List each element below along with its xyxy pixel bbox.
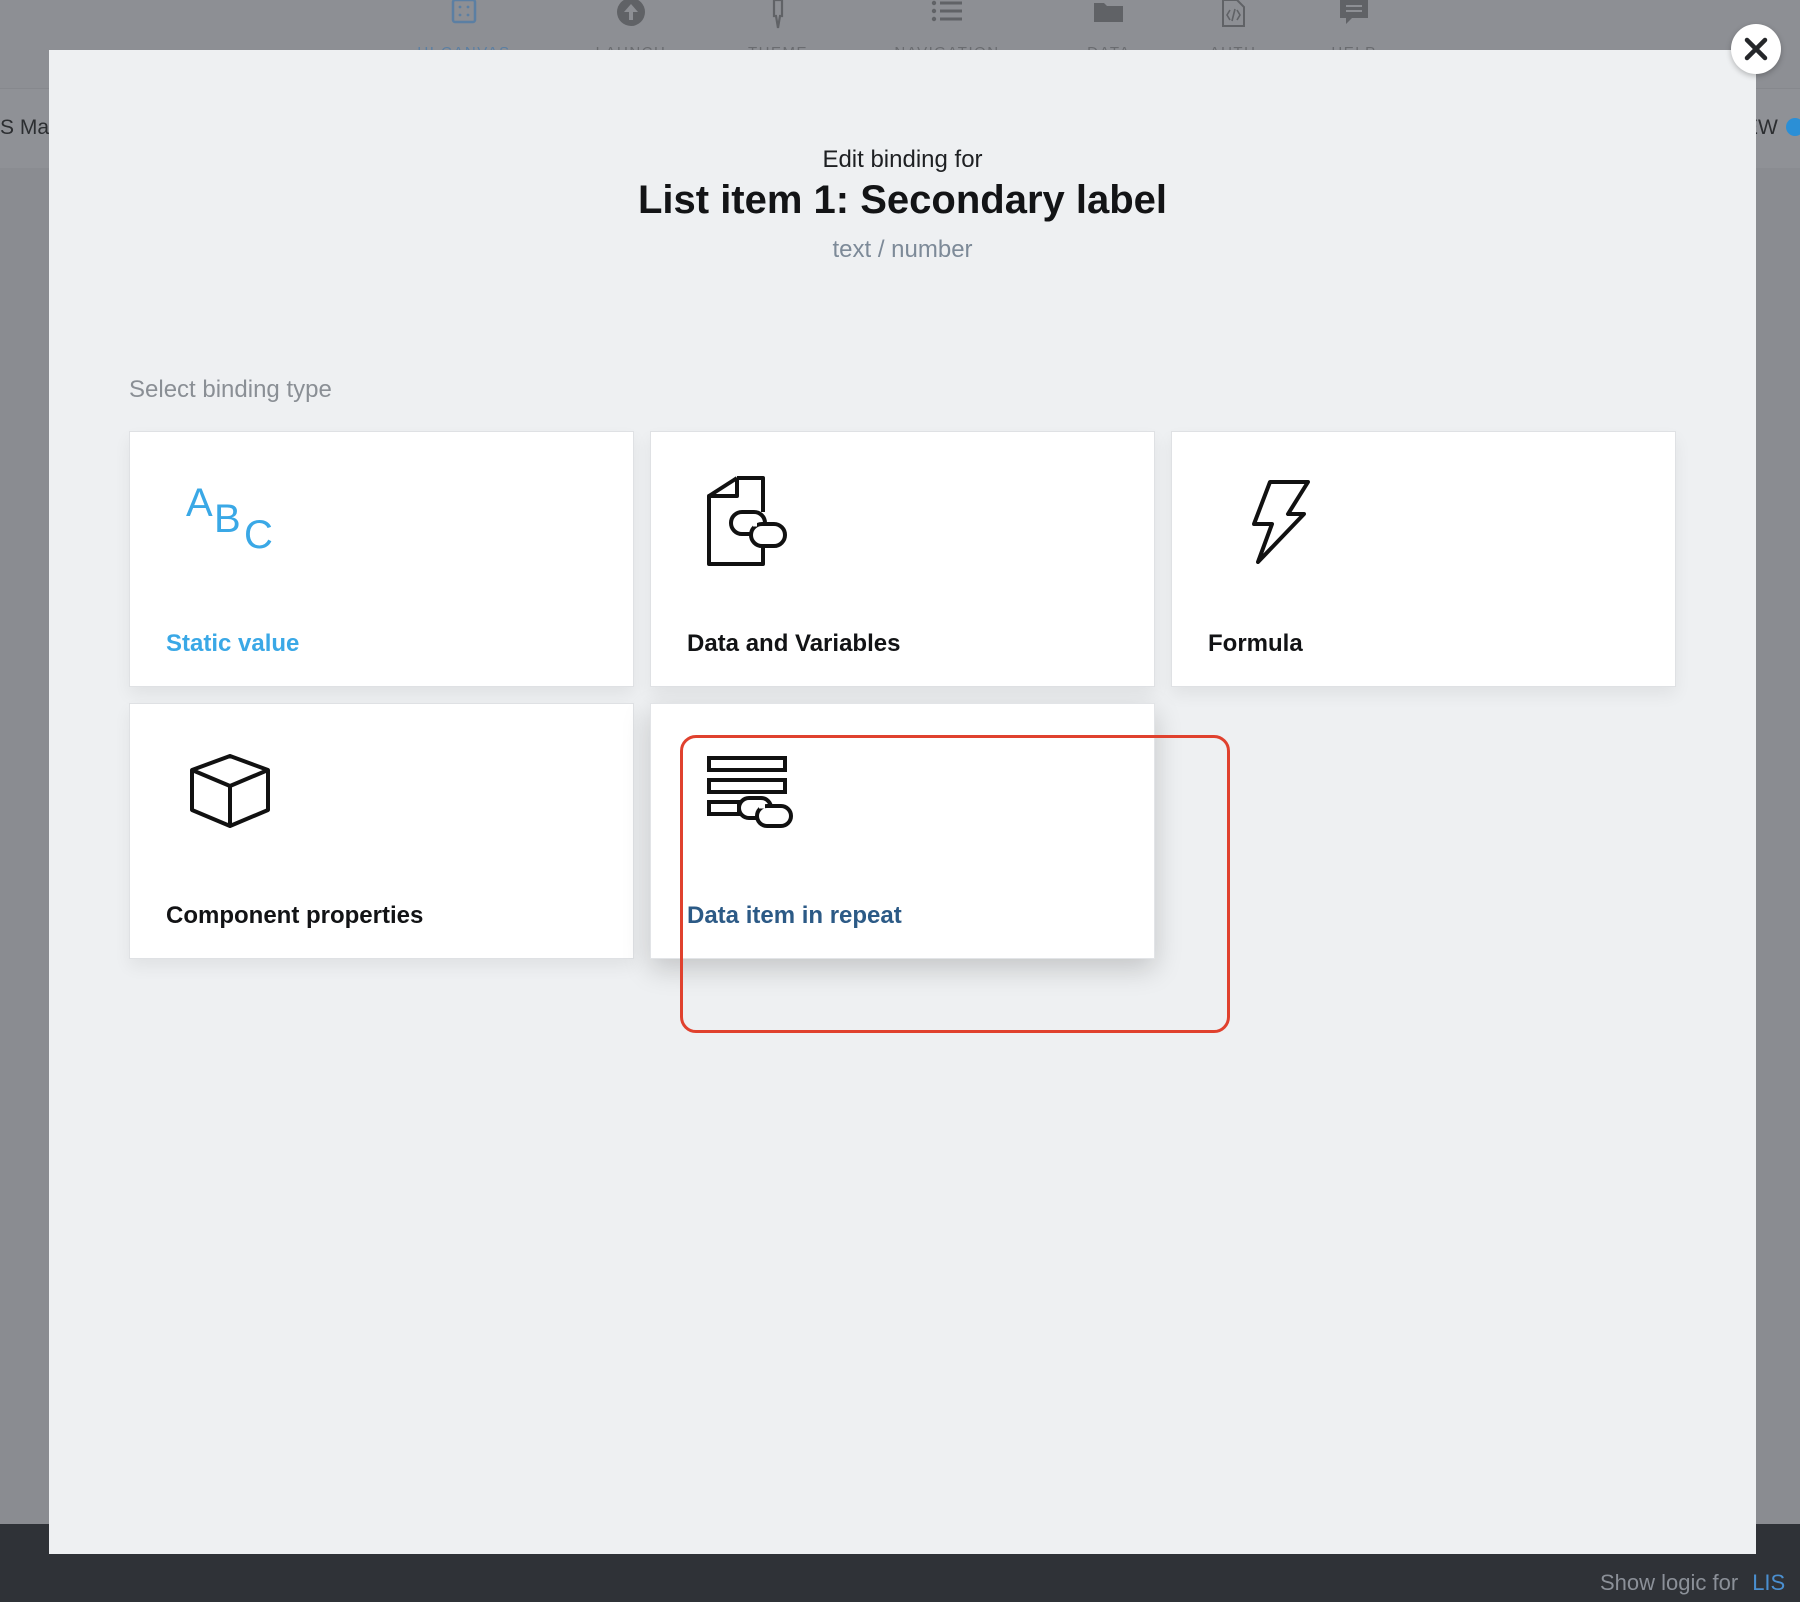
binding-type-component-properties[interactable]: Component properties (129, 703, 634, 959)
close-icon (1744, 37, 1768, 61)
lightning-icon (1248, 480, 1312, 569)
navigation-icon (931, 0, 962, 22)
card-label: Component properties (166, 902, 424, 929)
section-label: Select binding type (129, 376, 332, 403)
show-logic-link[interactable]: LIS (1752, 1570, 1785, 1595)
highlight-annotation (680, 735, 1230, 1033)
app-name-text: S Ma (0, 116, 50, 139)
launch-icon (617, 0, 645, 26)
card-label: Formula (1208, 630, 1303, 657)
abc-icon: A B C (184, 478, 280, 557)
preview-status-dot (1786, 118, 1800, 136)
svg-text:C: C (244, 513, 273, 550)
canvas-icon (451, 0, 477, 24)
modal-subtitle: Edit binding for (822, 146, 983, 173)
svg-text:B: B (214, 497, 241, 541)
document-link-icon (707, 476, 797, 573)
close-modal-button[interactable] (1731, 24, 1781, 74)
show-logic-text: Show logic for LIS (1600, 1570, 1785, 1596)
edit-binding-modal: Edit binding for List item 1: Secondary … (49, 50, 1756, 1554)
cube-icon (190, 754, 274, 833)
card-label: Data and Variables (687, 630, 901, 657)
show-logic-label: Show logic for (1600, 1570, 1739, 1595)
card-label: Static value (166, 630, 300, 657)
modal-title: List item 1: Secondary label (637, 178, 1168, 222)
theme-icon (772, 0, 784, 29)
svg-text:A: A (186, 481, 213, 525)
help-icon (1340, 0, 1368, 24)
binding-type-data-and-variables[interactable]: Data and Variables (650, 431, 1155, 687)
auth-icon (1222, 0, 1245, 27)
binding-value-type: text / number (832, 236, 973, 263)
binding-type-formula[interactable]: Formula (1171, 431, 1676, 687)
binding-type-static-value[interactable]: A B C Static value (129, 431, 634, 687)
folder-icon (1094, 3, 1123, 22)
